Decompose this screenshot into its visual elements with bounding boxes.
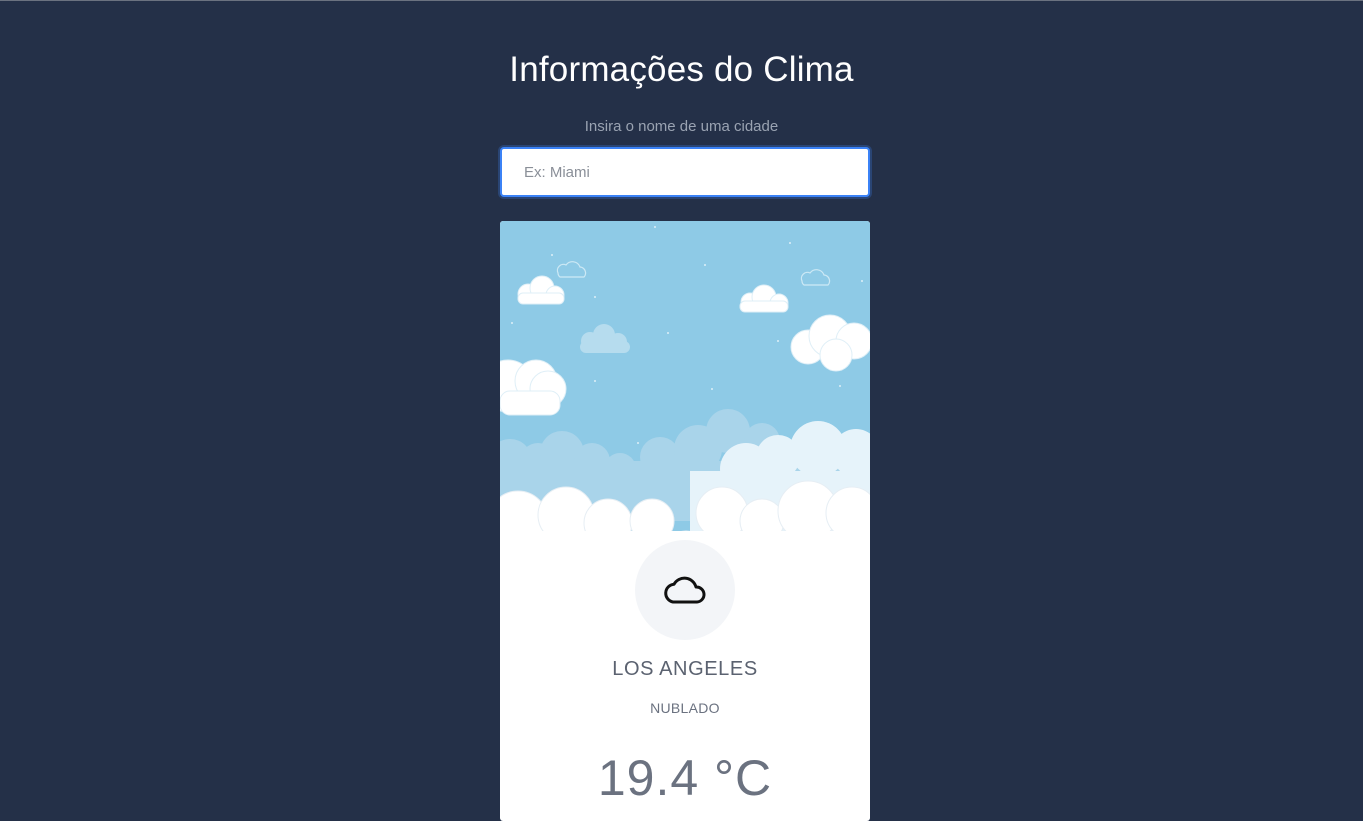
weather-page: Informações do Clima Insira o nome de um… [0, 0, 1363, 821]
weather-card: LOS ANGELES NUBLADO 19.4 °C [500, 221, 870, 821]
city-name: LOS ANGELES [612, 658, 758, 680]
page-title: Informações do Clima [509, 50, 854, 89]
cloud-icon [664, 576, 706, 604]
search-label: Insira o nome de uma cidade [584, 118, 779, 135]
top-divider [0, 0, 1363, 1]
city-search-input[interactable] [500, 147, 870, 197]
sky-illustration [500, 221, 870, 561]
weather-description: NUBLADO [650, 700, 720, 716]
temperature-value: 19.4 °C [597, 750, 773, 806]
weather-icon-container [635, 540, 735, 640]
